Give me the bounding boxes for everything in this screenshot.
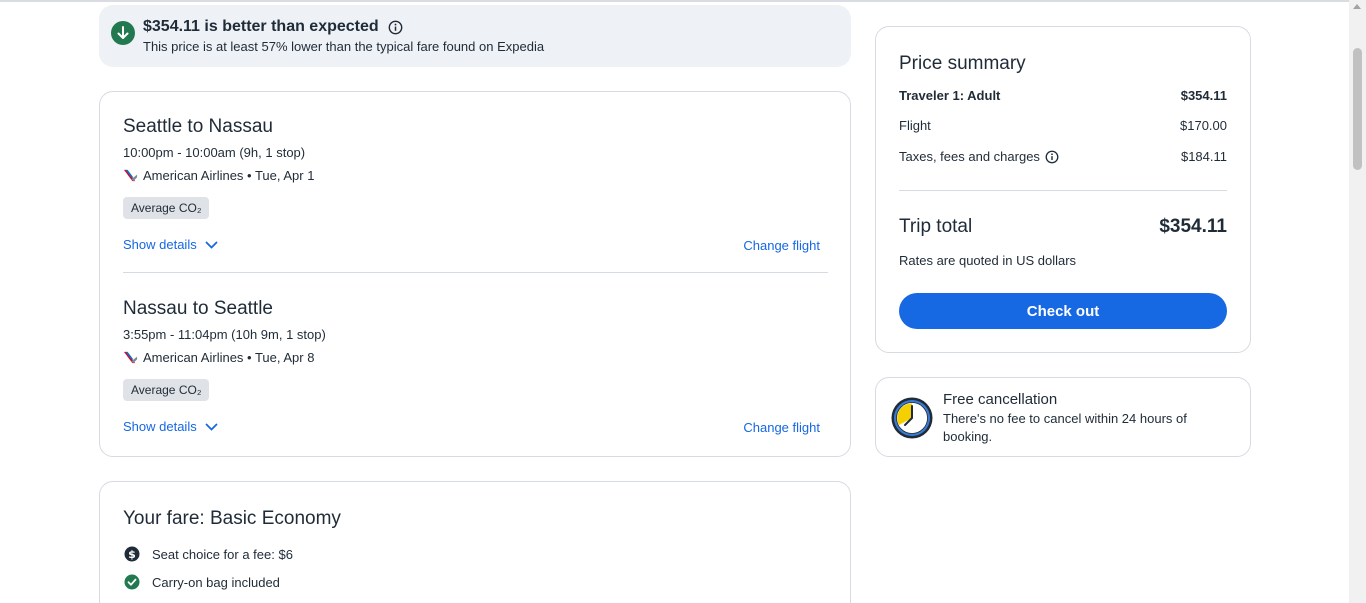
segment-time: 10:00pm - 10:00am (9h, 1 stop) — [123, 145, 306, 160]
flight-segments-card: Seattle to Nassau 10:00pm - 10:00am (9h,… — [99, 91, 851, 457]
page-scrollbar[interactable] — [1349, 0, 1366, 603]
top-border — [0, 0, 1366, 2]
segment-time: 3:55pm - 11:04pm (10h 9m, 1 stop) — [123, 327, 326, 342]
traveler-amount: $354.11 — [1180, 88, 1227, 103]
show-details-label: Show details — [123, 419, 197, 434]
show-details-label: Show details — [123, 237, 197, 252]
flight-row: Flight $170.00 — [899, 118, 1227, 133]
traveler-row: Traveler 1: Adult $354.11 — [899, 88, 1227, 103]
scroll-up-arrow-icon[interactable] — [1353, 4, 1361, 9]
fare-feature-text: Seat choice for a fee: $6 — [152, 546, 293, 562]
segment-airline-text: American Airlines • Tue, Apr 8 — [143, 350, 315, 365]
banner-subtitle: This price is at least 57% lower than th… — [143, 39, 545, 54]
fare-card: Your fare: Basic Economy $ Seat choice f… — [99, 481, 851, 603]
change-flight-link[interactable]: Change flight — [743, 238, 820, 253]
trip-total-amount: $354.11 — [1159, 216, 1227, 237]
fare-feature-carry-on: Carry-on bag included — [124, 574, 280, 590]
info-icon[interactable] — [1045, 150, 1059, 164]
summary-divider — [899, 190, 1227, 191]
price-summary-title: Price summary — [899, 53, 1026, 74]
flight-segment-outbound: Seattle to Nassau 10:00pm - 10:00am (9h,… — [123, 116, 828, 253]
fare-title: Your fare: Basic Economy — [123, 508, 341, 529]
show-details-link[interactable]: Show details — [123, 237, 218, 252]
chevron-down-icon — [205, 241, 218, 249]
price-summary-card: Price summary Traveler 1: Adult $354.11 … — [875, 26, 1251, 353]
flight-amount: $170.00 — [1180, 118, 1227, 133]
segment-airline: American Airlines • Tue, Apr 8 — [123, 350, 828, 365]
free-cancellation-card: Free cancellation There's no fee to canc… — [875, 377, 1251, 457]
banner-title: $354.11 is better than expected — [143, 18, 379, 35]
co2-badge: Average CO₂ — [123, 197, 210, 219]
segment-route: Nassau to Seattle — [123, 298, 273, 319]
check-out-button[interactable]: Check out — [899, 293, 1227, 329]
check-circle-icon — [124, 574, 140, 590]
segment-divider — [123, 272, 828, 273]
trip-total-label: Trip total — [899, 216, 973, 237]
american-airlines-logo-icon — [123, 169, 138, 182]
scrollbar-thumb[interactable] — [1353, 48, 1362, 170]
change-flight-link[interactable]: Change flight — [743, 420, 820, 435]
taxes-label-group: Taxes, fees and charges — [899, 149, 1059, 164]
price-insight-banner: $354.11 is better than expected This pri… — [99, 5, 851, 67]
show-details-link[interactable]: Show details — [123, 419, 218, 434]
segment-airline: American Airlines • Tue, Apr 1 — [123, 168, 828, 183]
chevron-down-icon — [205, 423, 218, 431]
info-icon[interactable] — [388, 20, 403, 40]
trip-total-row: Trip total $354.11 — [899, 216, 1227, 238]
flight-label: Flight — [899, 118, 931, 133]
taxes-row: Taxes, fees and charges $184.11 — [899, 149, 1227, 164]
svg-text:$: $ — [128, 548, 136, 561]
clock-icon — [891, 397, 933, 439]
down-arrow-icon — [111, 21, 135, 45]
fare-feature-text: Carry-on bag included — [152, 574, 280, 590]
rates-note: Rates are quoted in US dollars — [899, 253, 1077, 268]
american-airlines-logo-icon — [123, 351, 138, 364]
segment-airline-text: American Airlines • Tue, Apr 1 — [143, 168, 315, 183]
free-cancellation-text: There's no fee to cancel within 24 hours… — [943, 411, 1187, 444]
dollar-icon: $ — [124, 546, 140, 562]
co2-badge: Average CO₂ — [123, 379, 210, 401]
flight-segment-return: Nassau to Seattle 3:55pm - 11:04pm (10h … — [123, 298, 828, 435]
fare-feature-seat: $ Seat choice for a fee: $6 — [124, 546, 293, 562]
free-cancellation-title: Free cancellation — [943, 391, 1058, 408]
taxes-label: Taxes, fees and charges — [899, 149, 1040, 164]
traveler-label: Traveler 1: Adult — [899, 88, 1001, 103]
segment-route: Seattle to Nassau — [123, 116, 273, 137]
taxes-amount: $184.11 — [1180, 149, 1227, 164]
